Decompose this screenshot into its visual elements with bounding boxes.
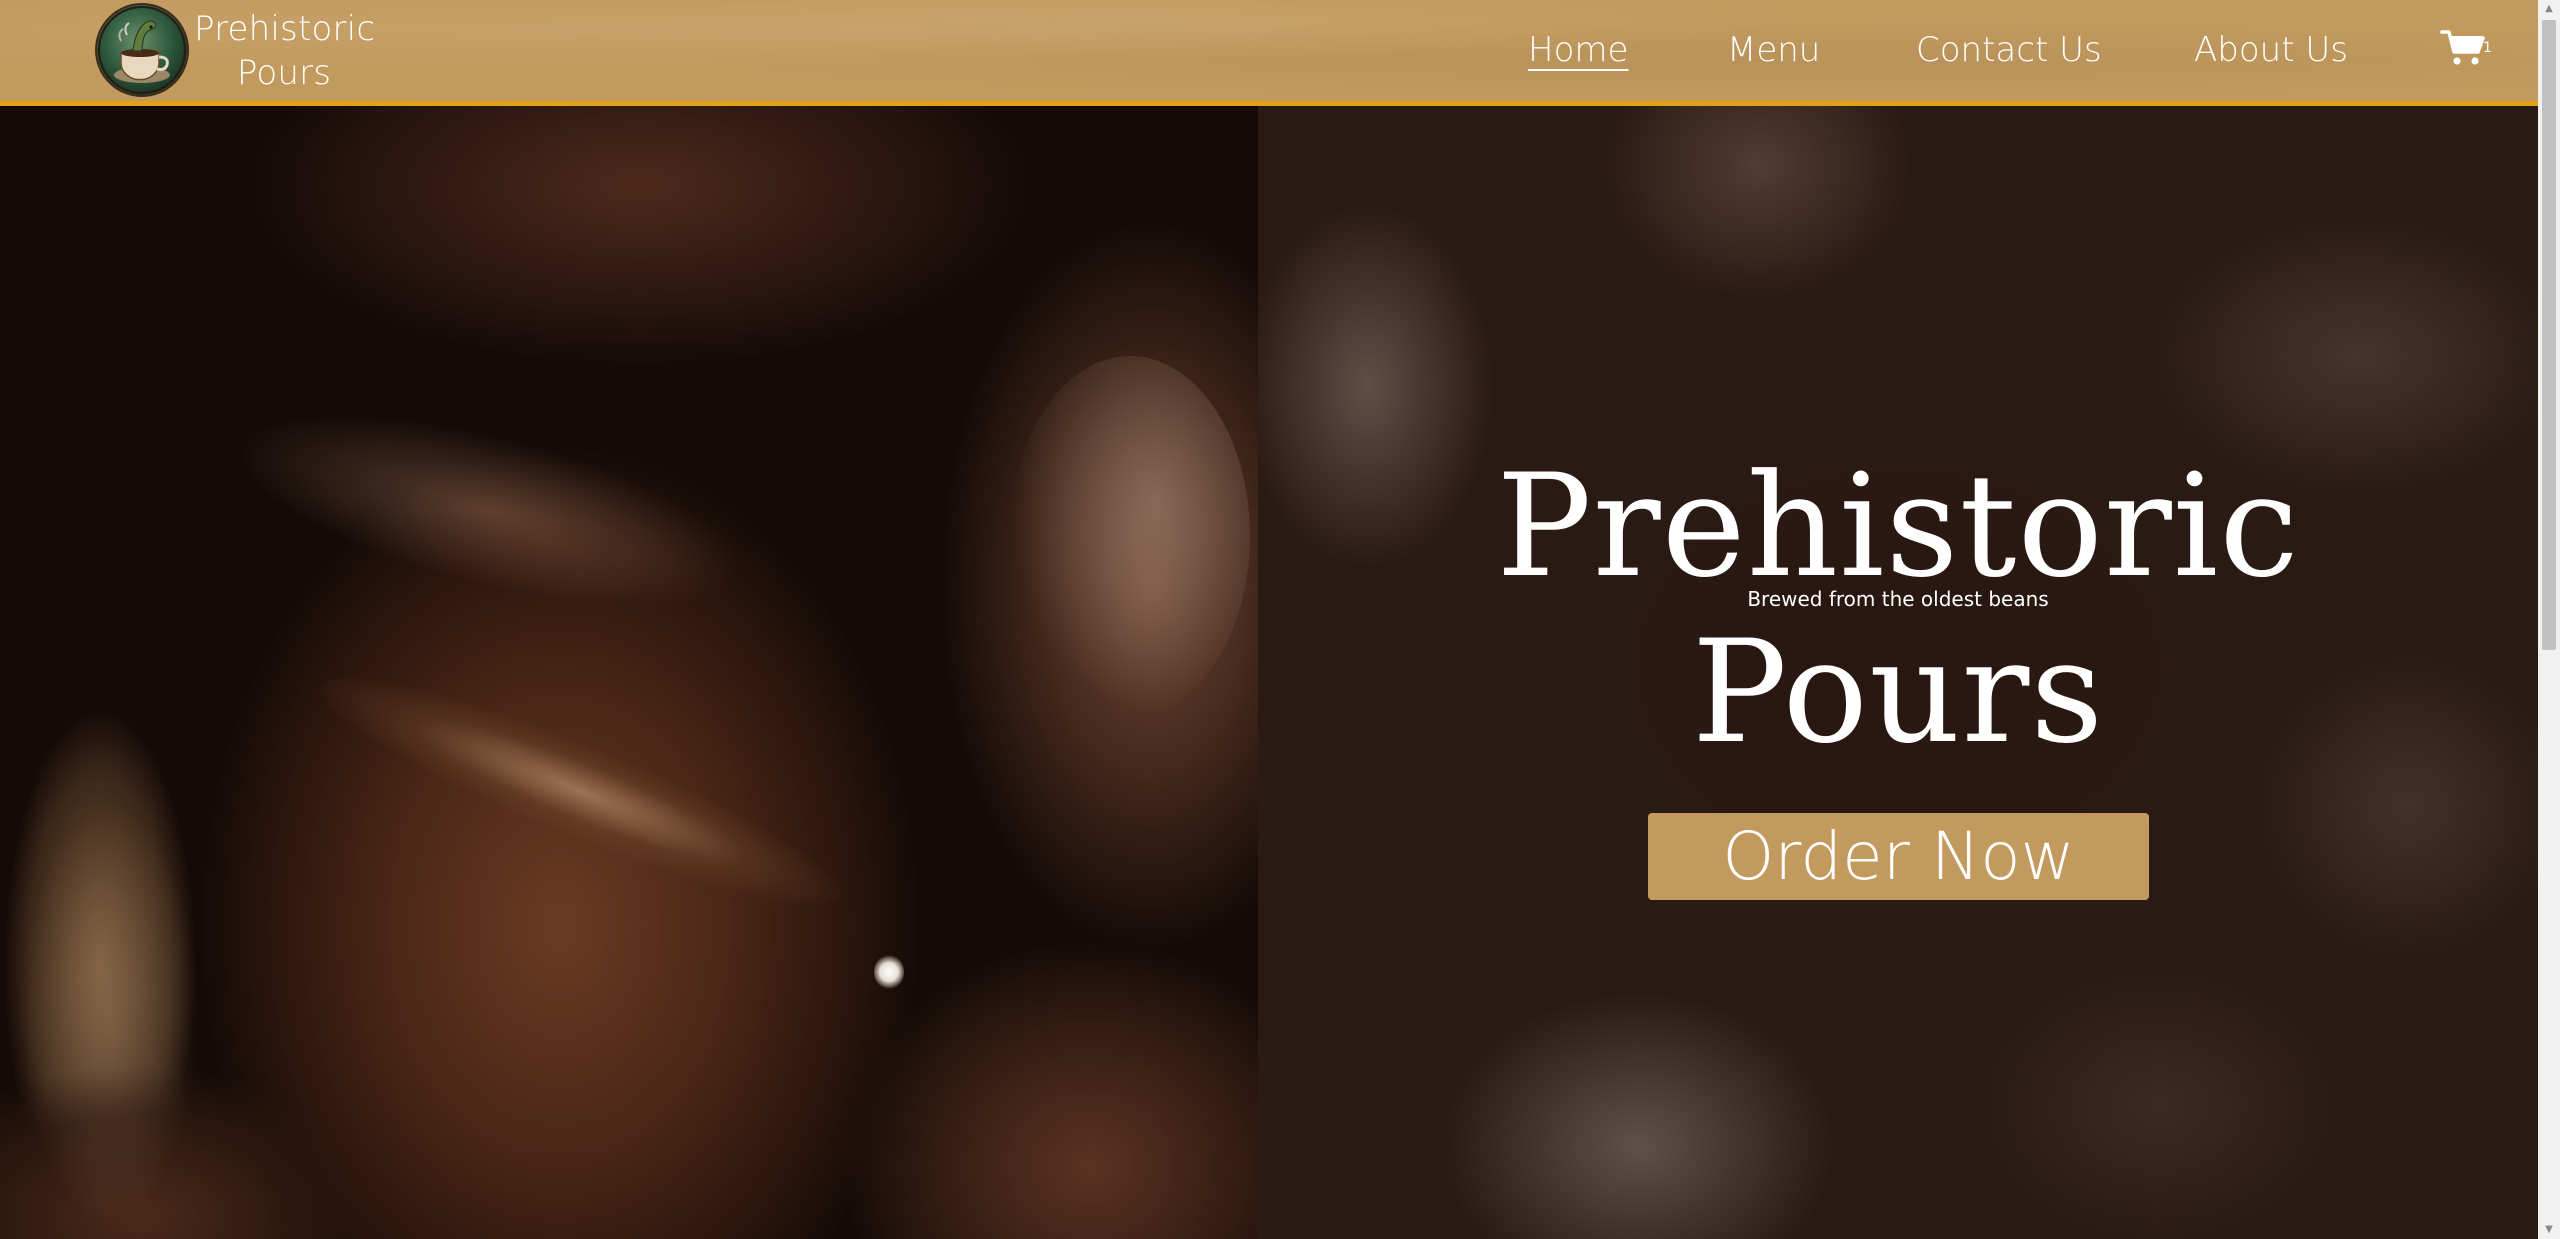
brand-logo-icon[interactable] — [97, 5, 187, 95]
hero-subtitle: Brewed from the oldest beans — [1747, 587, 2049, 611]
bean-highlight-top — [219, 375, 761, 647]
brand-name[interactable]: Prehistoric Pours — [194, 7, 376, 95]
nav-contact-link[interactable]: Contact Us — [1916, 25, 2102, 75]
bean-highlight-right — [1010, 356, 1250, 716]
nav-menu-link[interactable]: Menu — [1727, 25, 1820, 75]
coffee-beans-image — [0, 106, 1258, 1239]
shopping-cart-icon[interactable] — [2440, 28, 2488, 68]
bean-crease-highlight — [303, 644, 857, 938]
bean-edge-light — [20, 806, 200, 1226]
hero-title-line2: Pours — [1691, 610, 2105, 775]
scroll-up-arrow-icon[interactable]: ▲ — [2538, 0, 2560, 18]
cart-count-badge: 1 — [2483, 40, 2492, 56]
brand-name-line2: Pours — [236, 53, 332, 93]
order-now-button[interactable]: Order Now — [1648, 813, 2149, 900]
cart-glyph-icon — [2440, 30, 2485, 65]
bean-specular-dot — [874, 955, 904, 989]
nav-about-link[interactable]: About Us — [2194, 25, 2348, 75]
site-header: Prehistoric Pours Home Menu Contact Us A… — [0, 0, 2538, 106]
brand-name-line1: Prehistoric — [194, 9, 376, 49]
dinosaur-coffee-cup-logo-icon — [98, 6, 186, 94]
vertical-scrollbar[interactable]: ▲ ▼ — [2538, 0, 2560, 1239]
scroll-down-arrow-icon[interactable]: ▼ — [2538, 1221, 2560, 1239]
page: Prehistoric Pours Home Menu Contact Us A… — [0, 0, 2560, 1239]
hero-title-line1: Prehistoric — [1496, 444, 2300, 609]
nav-home-link[interactable]: Home — [1528, 25, 1628, 75]
scrollbar-thumb[interactable] — [2542, 20, 2556, 650]
